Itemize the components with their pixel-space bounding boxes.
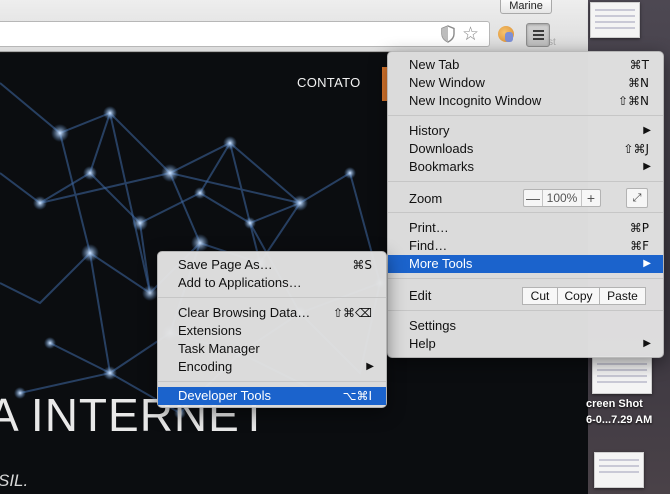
menu-item-label: Bookmarks <box>409 159 475 174</box>
address-bar[interactable] <box>0 21 490 47</box>
bookmark-star-icon[interactable]: ☆ <box>462 25 479 44</box>
zoom-in-button[interactable]: + <box>582 190 600 206</box>
menu-item-downloads[interactable]: Downloads ⇧⌘J <box>388 140 663 158</box>
shortcut-label: ⌥⌘I <box>342 389 372 403</box>
menu-item-label: Encoding <box>178 359 233 374</box>
submenu-arrow-icon: ▶ <box>643 258 651 269</box>
menu-item-new-window[interactable]: New Window ⌘N <box>388 74 663 92</box>
menu-separator <box>388 310 663 311</box>
hero-subtitle: SIL. <box>0 471 29 490</box>
menu-item-label: New Tab <box>409 57 460 72</box>
chrome-main-menu: New Tab ⌘T New Window ⌘N New Incognito W… <box>387 51 664 358</box>
menu-separator <box>158 381 386 382</box>
menu-item-label: Developer Tools <box>178 388 271 403</box>
menu-item-print[interactable]: Print… ⌘P <box>388 219 663 237</box>
menu-item-label: Edit <box>409 288 432 303</box>
menu-item-encoding[interactable]: Encoding ▶ <box>158 358 386 376</box>
desktop-file-thumbnail[interactable] <box>594 452 644 488</box>
menu-item-developer-tools[interactable]: Developer Tools ⌥⌘I <box>158 387 386 405</box>
menu-item-bookmarks[interactable]: Bookmarks ▶ <box>388 158 663 176</box>
zoom-out-button[interactable]: — <box>524 190 542 206</box>
menu-item-task-manager[interactable]: Task Manager <box>158 340 386 358</box>
zoom-control: — 100% + <box>523 189 601 207</box>
edit-button-group: Cut Copy Paste <box>522 287 646 305</box>
menu-item-label: Downloads <box>409 141 474 156</box>
shortcut-label: ⌘N <box>628 76 649 90</box>
shortcut-label: ⌘P <box>629 221 649 235</box>
menu-item-clear-browsing-data[interactable]: Clear Browsing Data… ⇧⌘⌫ <box>158 304 386 322</box>
menu-item-extensions[interactable]: Extensions <box>158 322 386 340</box>
menu-item-label: Extensions <box>178 323 242 338</box>
extension-icon[interactable] <box>498 26 514 42</box>
menu-separator <box>388 181 663 182</box>
menu-item-label: Add to Applications… <box>178 275 302 290</box>
omnibox-icons: ☆ <box>440 25 479 44</box>
desktop-file-thumbnail[interactable] <box>590 2 640 38</box>
partial-text: st <box>548 37 556 48</box>
menu-item-new-incognito[interactable]: New Incognito Window ⇧⌘N <box>388 92 663 110</box>
shortcut-label: ⇧⌘N <box>617 94 649 108</box>
submenu-arrow-icon: ▶ <box>643 161 651 172</box>
desktop-file-thumbnail[interactable] <box>592 356 652 394</box>
browser-toolbar: Marine ☆ st <box>0 0 588 52</box>
more-tools-submenu: Save Page As… ⌘S Add to Applications… Cl… <box>157 251 387 408</box>
menu-item-label: History <box>409 123 450 138</box>
menu-item-label: Save Page As… <box>178 257 273 272</box>
menu-item-label: Clear Browsing Data… <box>178 305 311 320</box>
shortcut-label: ⇧⌘⌫ <box>332 306 372 320</box>
paste-button[interactable]: Paste <box>600 287 646 305</box>
menu-item-label: Zoom <box>409 191 443 206</box>
shield-icon[interactable] <box>440 25 456 43</box>
shortcut-label: ⌘T <box>629 58 649 72</box>
menu-separator <box>158 297 386 298</box>
fullscreen-icon[interactable]: ⤢ <box>626 188 648 208</box>
menu-item-label: Help <box>409 336 436 351</box>
menu-item-save-page[interactable]: Save Page As… ⌘S <box>158 256 386 274</box>
menu-separator <box>388 212 663 213</box>
submenu-arrow-icon: ▶ <box>643 125 651 136</box>
shortcut-label: ⌘F <box>630 239 649 253</box>
menu-item-new-tab[interactable]: New Tab ⌘T <box>388 56 663 74</box>
desktop-file-label: creen Shot <box>586 398 643 410</box>
menu-separator <box>388 278 663 279</box>
menu-item-history[interactable]: History ▶ <box>388 122 663 140</box>
menu-item-help[interactable]: Help ▶ <box>388 335 663 353</box>
profile-button[interactable]: Marine <box>500 0 552 14</box>
menu-item-settings[interactable]: Settings <box>388 317 663 335</box>
cut-button[interactable]: Cut <box>522 287 558 305</box>
menu-item-label: Find… <box>409 238 448 253</box>
submenu-arrow-icon: ▶ <box>366 361 374 372</box>
copy-button[interactable]: Copy <box>558 287 600 305</box>
nav-link-contato[interactable]: CONTATO <box>297 75 361 90</box>
menu-separator <box>388 115 663 116</box>
shortcut-label: ⌘S <box>352 258 372 272</box>
menu-item-find[interactable]: Find… ⌘F <box>388 237 663 255</box>
menu-item-label: Print… <box>409 220 449 235</box>
menu-item-label: New Incognito Window <box>409 93 542 108</box>
submenu-arrow-icon: ▶ <box>643 338 651 349</box>
menu-item-label: Settings <box>409 318 456 333</box>
chrome-menu-button[interactable] <box>526 23 550 47</box>
menu-item-label: More Tools <box>409 256 473 271</box>
menu-item-more-tools[interactable]: More Tools ▶ <box>388 255 663 273</box>
shortcut-label: ⇧⌘J <box>623 142 649 156</box>
menu-item-label: New Window <box>409 75 485 90</box>
menu-item-add-to-applications[interactable]: Add to Applications… <box>158 274 386 292</box>
desktop-file-label: 6-0...7.29 AM <box>586 414 653 426</box>
menu-item-label: Task Manager <box>178 341 260 356</box>
zoom-level: 100% <box>542 190 582 206</box>
